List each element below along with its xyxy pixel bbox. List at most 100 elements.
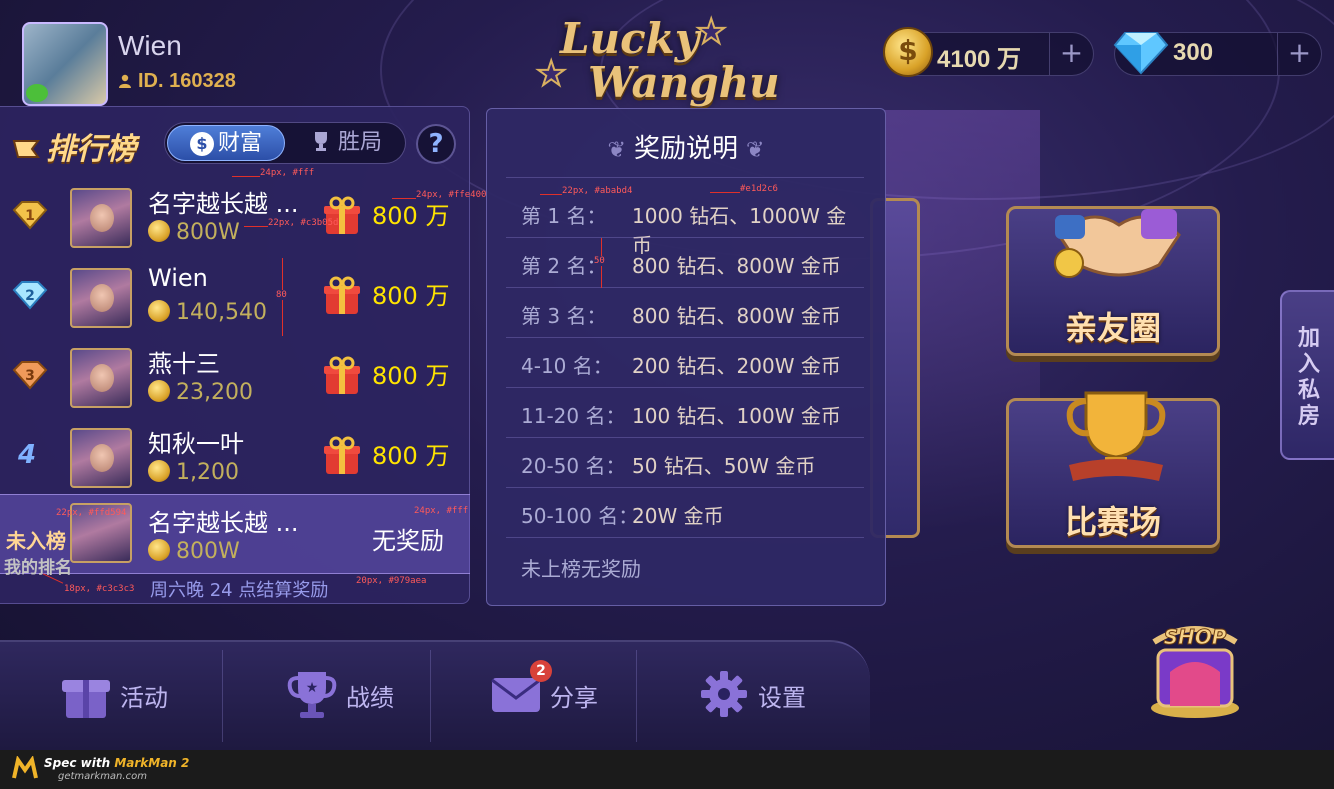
coin-icon xyxy=(148,300,170,322)
friends-circle-label: 亲友圈 xyxy=(1064,309,1161,347)
nav-divider xyxy=(222,650,223,742)
reward-value: 800 钻石、800W 金币 xyxy=(632,254,841,278)
nav-activity[interactable]: 活动 xyxy=(60,664,210,724)
join-private-room-button[interactable]: 加入私房 xyxy=(1280,290,1334,460)
annotation: 20px, #979aea xyxy=(356,576,427,586)
player-name: 名字越长越 ... xyxy=(148,190,299,218)
gift-icon xyxy=(324,196,360,234)
star-icon: ★ xyxy=(535,53,568,95)
rank-number: 1 xyxy=(25,208,35,224)
friends-circle-card[interactable]: 亲友圈 xyxy=(1006,206,1220,356)
reward-rank: 第 3 名： xyxy=(521,304,607,328)
reward-value: 800 钻石、800W 金币 xyxy=(632,304,841,328)
player-coins: 1,200 xyxy=(148,460,239,485)
unranked-status: 未入榜 xyxy=(6,529,66,553)
annotation: 22px, #c3b05d xyxy=(268,218,339,228)
game-logo: Lucky Wanghu ★ ★ xyxy=(535,10,800,110)
trophy-icon: ★ xyxy=(287,672,337,718)
help-button[interactable]: ? xyxy=(416,124,456,164)
leaderboard-row[interactable]: 3 燕十三 23,200 800 万 xyxy=(0,340,470,420)
annotation: 24px, #fff xyxy=(414,506,469,516)
laurel-right-icon: ❦ xyxy=(746,138,765,163)
reward-row: 20-50 名： 50 钻石、50W 金币 xyxy=(506,437,864,487)
annotation-line xyxy=(540,194,562,195)
player-avatar xyxy=(70,348,132,408)
divider xyxy=(506,177,864,178)
coin-icon xyxy=(148,460,170,482)
user-avatar[interactable] xyxy=(22,22,108,106)
join-private-room-label: 加入私房 xyxy=(1298,326,1321,429)
coin-balance: $ 4100 万 + xyxy=(883,27,1094,77)
coin-icon xyxy=(148,380,170,402)
player-coins: 800W xyxy=(148,539,240,564)
shop-icon: SHOP xyxy=(1151,625,1239,718)
add-coins-button[interactable]: + xyxy=(1049,33,1093,75)
reward-row: 11-20 名： 100 钻石、100W 金币 xyxy=(506,387,864,437)
my-ranking-label: 我的排名 xyxy=(4,558,72,578)
nav-divider xyxy=(430,650,431,742)
reward-rank: 第 1 名： xyxy=(521,204,607,228)
rank-number: 2 xyxy=(25,288,35,304)
leaderboard-row[interactable]: 4 知秋一叶 1,200 800 万 xyxy=(0,420,470,500)
footer-spec: Spec with MarkMan 2 xyxy=(44,756,189,770)
annotation: 22px, #ffd594 xyxy=(56,508,127,518)
player-coins-value: 800W xyxy=(176,539,240,564)
add-diamonds-button[interactable]: + xyxy=(1277,33,1321,75)
handshake-icon xyxy=(1054,209,1181,278)
no-reward-label: 无奖励 xyxy=(372,527,444,555)
diamond-icon xyxy=(1113,32,1169,75)
leaderboard-row[interactable]: 2 Wien 140,540 800 万 xyxy=(0,260,470,340)
coin-icon: $ xyxy=(883,27,933,77)
gear-icon xyxy=(701,671,747,717)
annotation: 18px, #c3c3c3 xyxy=(64,584,135,594)
reward-amount: 800 万 xyxy=(372,202,450,230)
reward-rank: 20-50 名： xyxy=(521,454,626,478)
reward-explanation-title: ❦ 奖励说明 ❦ xyxy=(486,128,886,165)
reward-explanation-title-text: 奖励说明 xyxy=(633,134,738,164)
divider xyxy=(506,537,864,538)
nav-share[interactable]: 2 分享 xyxy=(490,660,640,724)
annotation: 50 xyxy=(594,256,605,266)
leaderboard-row[interactable]: 1 名字越长越 ... 800W 800 万 xyxy=(0,180,470,260)
player-coins: 140,540 xyxy=(148,300,267,325)
wechat-icon xyxy=(26,84,48,102)
player-avatar xyxy=(70,428,132,488)
shop-button[interactable]: SHOP xyxy=(1140,612,1250,722)
markman-logo-icon xyxy=(12,756,38,779)
annotation-line xyxy=(244,226,268,227)
coin-icon xyxy=(148,220,170,242)
nav-settings[interactable]: 设置 xyxy=(698,664,848,724)
gift-icon xyxy=(324,356,360,394)
reward-row: 第 2 名： 800 钻石、800W 金币 xyxy=(506,237,864,287)
diamond-amount: 300 xyxy=(1173,39,1214,66)
nav-records[interactable]: ★ 战绩 xyxy=(286,664,436,724)
tab-wins-label: 胜局 xyxy=(337,130,382,155)
rank-1-badge-icon: 1 xyxy=(12,201,48,230)
notification-badge: 2 xyxy=(530,660,552,682)
markman-footer: Spec with MarkMan 2 getmarkman.com xyxy=(0,750,1334,789)
coin-icon xyxy=(148,539,170,561)
reward-value: 50 钻石、50W 金币 xyxy=(632,454,816,478)
svg-text:★: ★ xyxy=(306,680,319,696)
reward-value: 200 钻石、200W 金币 xyxy=(632,354,841,378)
gift-icon xyxy=(324,436,360,474)
logo-line2: Wanghu xyxy=(588,58,780,107)
star-icon: ★ xyxy=(695,11,728,53)
settlement-note: 周六晚 24 点结算奖励 xyxy=(150,580,329,601)
annotation: 22px, #ababd4 xyxy=(562,186,633,196)
reward-amount: 800 万 xyxy=(372,282,450,310)
annotation: 24px, #fff xyxy=(260,168,315,178)
footer-site: getmarkman.com xyxy=(58,771,147,782)
flag-icon xyxy=(12,140,40,158)
user-id-text: ID. 160328 xyxy=(138,70,236,92)
tab-wealth[interactable]: $ 财富 xyxy=(167,125,285,161)
my-ranking-row[interactable]: 未入榜 我的排名 名字越长越 ... 800W 无奖励 xyxy=(0,494,470,578)
arena-card[interactable]: 比赛场 xyxy=(1006,391,1220,548)
annotation-line xyxy=(392,198,416,199)
annotation: 24px, #ffe400 xyxy=(416,190,487,200)
rank-3-badge-icon: 3 xyxy=(12,361,48,390)
annotation: 80 xyxy=(276,290,287,300)
player-coins-value: 23,200 xyxy=(176,380,253,405)
leaderboard-title: 排行榜 xyxy=(12,124,136,168)
tab-wins[interactable]: 胜局 xyxy=(289,125,403,161)
